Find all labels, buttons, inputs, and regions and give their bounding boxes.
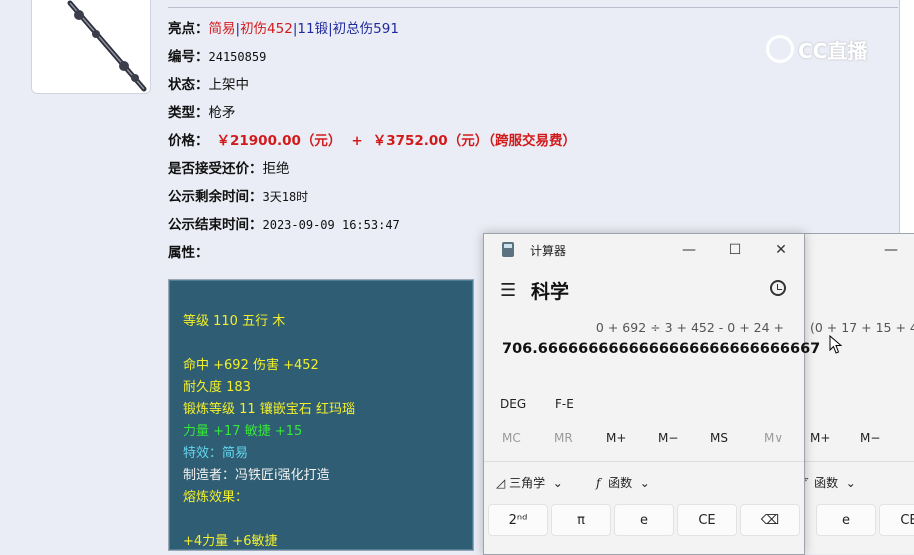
memory-subtract-button[interactable]: M− bbox=[860, 431, 880, 445]
calculator-app-icon bbox=[502, 242, 514, 257]
chevron-down-icon: ⌄ bbox=[552, 476, 563, 490]
type-row: 类型：枪矛 bbox=[168, 102, 236, 124]
clear-entry-key[interactable]: CE bbox=[677, 504, 737, 536]
type-value: 枪矛 bbox=[208, 105, 236, 121]
divider bbox=[484, 461, 804, 462]
calculator-window-2: — (0 + 17 + 15 + 4 + M+ M− f 函数 ⌄ e CE bbox=[802, 233, 914, 554]
pi-key[interactable]: π bbox=[551, 504, 611, 536]
attr-line: 耐久度 183 bbox=[183, 380, 251, 395]
status-row: 状态：上架中 bbox=[168, 74, 249, 96]
cc-logo-icon bbox=[766, 35, 794, 63]
attributes-label: 属性： bbox=[168, 245, 209, 261]
hamburger-menu-icon[interactable]: ☰ bbox=[500, 280, 516, 301]
trigonometry-label: 三角学 bbox=[509, 476, 546, 490]
price-label: 价格： bbox=[168, 133, 209, 149]
watermark-text: CC直播 bbox=[798, 38, 868, 63]
attr-line: 命中 +692 伤害 +452 bbox=[183, 358, 319, 373]
spear-image bbox=[67, 0, 147, 92]
minimize-button[interactable]: — bbox=[674, 238, 704, 262]
remaining-row: 公示剩余时间：3天18时 bbox=[168, 186, 308, 208]
memory-store-button[interactable]: MS bbox=[710, 431, 728, 445]
status-label: 状态： bbox=[168, 77, 209, 93]
serial-label: 编号： bbox=[168, 49, 209, 65]
title-bar[interactable]: 计算器 — ☐ ✕ bbox=[484, 234, 804, 266]
euler-key[interactable]: e bbox=[816, 504, 876, 536]
divider bbox=[802, 461, 914, 462]
function-icon: f bbox=[596, 476, 601, 490]
highlight-item: 11锻 bbox=[297, 21, 329, 37]
trigonometry-dropdown[interactable]: ◿ 三角学 ⌄ bbox=[496, 474, 563, 491]
functions-dropdown[interactable]: f 函数 ⌄ bbox=[596, 474, 650, 491]
end-time-value: 2023-09-09 16:53:47 bbox=[262, 218, 400, 232]
clear-entry-key[interactable]: CE bbox=[879, 504, 914, 536]
highlight-item: 初总伤591 bbox=[332, 21, 399, 37]
serial-value: 24150859 bbox=[208, 50, 267, 64]
memory-clear-button[interactable]: MC bbox=[502, 431, 521, 445]
result-display: 706.6666666666666666666666666667 bbox=[502, 341, 821, 357]
attributes-panel: 等级 110 五行 木 命中 +692 伤害 +452 耐久度 183 锻炼等级… bbox=[168, 279, 474, 551]
functions-label: 函数 bbox=[608, 476, 633, 490]
cursor-arrow-icon bbox=[829, 334, 843, 354]
functions-label: 函数 bbox=[814, 476, 839, 490]
stream-watermark: CC直播 bbox=[766, 32, 886, 66]
chevron-down-icon: ⌄ bbox=[845, 476, 856, 490]
price-row: 价格： ￥21900.00（元） + ￥3752.00（元）（跨服交易费） bbox=[168, 130, 576, 152]
calculator-window: 计算器 — ☐ ✕ ☰ 科学 0 + 692 ÷ 3 + 452 - 0 + 2… bbox=[483, 233, 820, 555]
chevron-down-icon: ⌄ bbox=[639, 476, 650, 490]
attr-line: +4力量 +6敏捷 bbox=[183, 534, 278, 549]
type-label: 类型： bbox=[168, 105, 209, 121]
history-icon[interactable] bbox=[770, 280, 786, 296]
attr-line: 熔炼效果： bbox=[183, 490, 249, 505]
attr-line: 制造者：冯铁匠ⅰ强化打造 bbox=[183, 468, 330, 483]
euler-key[interactable]: e bbox=[614, 504, 674, 536]
end-time-row: 公示结束时间：2023-09-09 16:53:47 bbox=[168, 214, 400, 236]
remaining-value: 3天18时 bbox=[262, 190, 309, 204]
highlights-row: 亮点：简易|初伤452|11锻|初总伤591 bbox=[168, 18, 399, 40]
memory-subtract-button[interactable]: M− bbox=[658, 431, 678, 445]
cross-server-fee: ￥3752.00（元）（跨服交易费） bbox=[372, 133, 576, 149]
memory-recall-button[interactable]: MR bbox=[554, 431, 573, 445]
status-value: 上架中 bbox=[208, 77, 250, 93]
attr-line: 特效：简易 bbox=[183, 446, 249, 461]
counter-offer-row: 是否接受还价：拒绝 bbox=[168, 158, 290, 180]
attr-line: 锻炼等级 11 镶嵌宝石 红玛瑙 bbox=[183, 402, 355, 417]
backspace-key[interactable]: ⌫ bbox=[740, 504, 800, 536]
price-plus: + bbox=[351, 133, 363, 149]
highlight-item: 初伤452 bbox=[240, 21, 293, 37]
calculator-mode-title: 科学 bbox=[531, 281, 570, 303]
expression-display: (0 + 17 + 15 + 4 + bbox=[810, 320, 914, 335]
fe-toggle-button[interactable]: F-E bbox=[555, 397, 574, 411]
divider bbox=[168, 7, 898, 8]
maximize-button[interactable]: ☐ bbox=[720, 238, 750, 262]
expression-display: 0 + 692 ÷ 3 + 452 - 0 + 24 + bbox=[595, 320, 784, 335]
attr-line: 力量 +17 敏捷 +15 bbox=[183, 424, 303, 439]
minimize-button[interactable]: — bbox=[876, 238, 906, 262]
functions-dropdown[interactable]: f 函数 ⌄ bbox=[802, 474, 856, 491]
window-title: 计算器 bbox=[530, 244, 567, 258]
end-time-label: 公示结束时间： bbox=[168, 217, 263, 233]
memory-list-button[interactable]: M∨ bbox=[764, 431, 783, 445]
close-button[interactable]: ✕ bbox=[766, 238, 796, 262]
triangle-icon: ◿ bbox=[496, 476, 506, 490]
counter-offer-value: 拒绝 bbox=[262, 161, 290, 177]
price-value: ￥21900.00（元） bbox=[216, 133, 342, 149]
serial-row: 编号：24150859 bbox=[168, 46, 266, 68]
remaining-label: 公示剩余时间： bbox=[168, 189, 263, 205]
memory-add-button[interactable]: M+ bbox=[810, 431, 830, 445]
attr-line: 等级 110 五行 木 bbox=[183, 314, 286, 329]
attributes-label-row: 属性： bbox=[168, 242, 209, 264]
angle-mode-button[interactable]: DEG bbox=[500, 397, 526, 411]
second-function-key[interactable]: 2ⁿᵈ bbox=[488, 504, 548, 536]
item-thumbnail bbox=[31, 0, 151, 94]
highlights-label: 亮点： bbox=[168, 21, 209, 37]
memory-add-button[interactable]: M+ bbox=[606, 431, 626, 445]
counter-offer-label: 是否接受还价： bbox=[168, 161, 263, 177]
highlight-item: 简易 bbox=[208, 21, 236, 37]
